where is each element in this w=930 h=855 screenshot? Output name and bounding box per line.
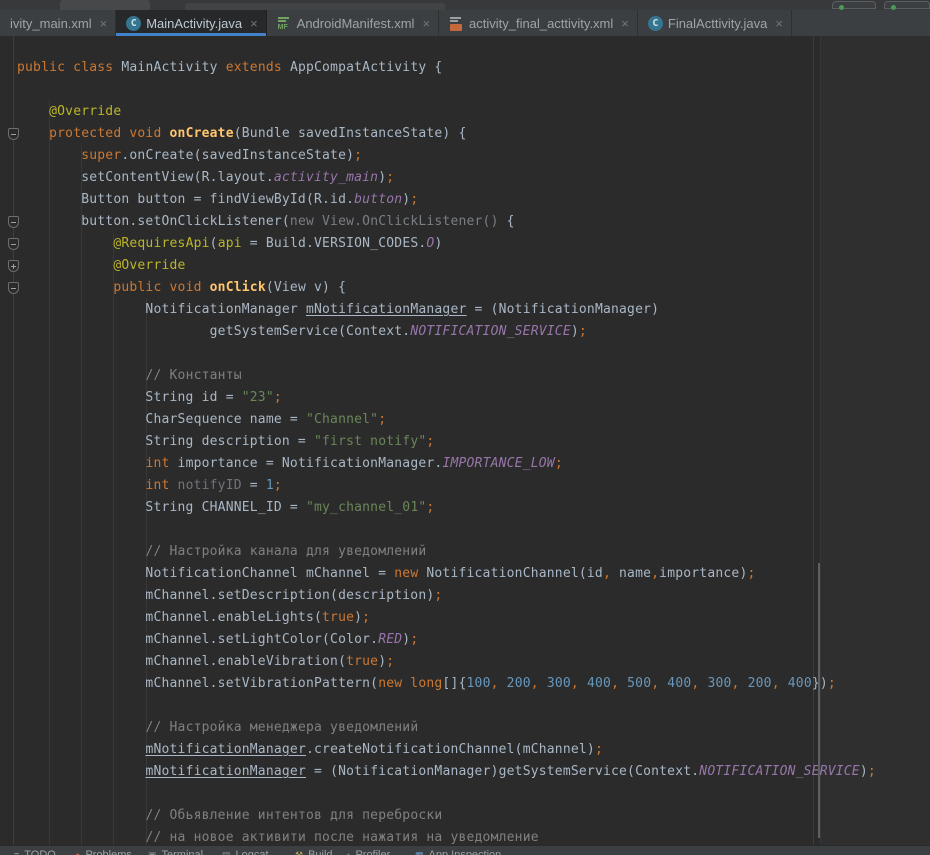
toolwindow-button-terminal[interactable]: ▣ Terminal [148,849,203,855]
android-studio-window: ivity_main.xml × C MainActivity.java × MF Andr… [0,0,930,855]
code-line-21: String CHANNEL_ID = "my_channel_01"; [17,497,876,519]
toolwindow-label: Logcat [236,849,269,855]
tab-androidmanifest-xml[interactable]: MF AndroidManifest.xml × [267,10,439,36]
logcat-icon: ▤ [222,851,231,855]
class-icon: C [648,16,663,31]
problems-icon: ● [75,851,80,855]
close-icon[interactable]: × [422,17,430,30]
close-icon[interactable]: × [621,17,629,30]
code-line-2 [17,79,876,101]
code-line-7: Button button = findViewById(R.id.button… [17,189,876,211]
code-line-35: // Обьявление интентов для переброски [17,805,876,827]
code-line-33: mNotificationManager = (NotificationMana… [17,761,876,783]
tab-finalacttivity-java[interactable]: C FinalActtivity.java × [638,10,792,36]
code-line-6: setContentView(R.layout.activity_main); [17,167,876,189]
profiler-icon: ◔ [345,851,350,855]
code-line-1: public class MainActivity extends AppCom… [17,57,876,79]
code-area[interactable]: public class MainActivity extends AppCom… [17,57,876,849]
device-widget-pill[interactable] [884,1,930,9]
code-line-23: // Настройка канала для уведомлений [17,541,876,563]
code-line-18: String description = "first notify"; [17,431,876,453]
build-icon: ⚒ [295,851,303,855]
toolwindow-button-problems[interactable]: ● Problems [75,849,132,855]
code-line-5: super.onCreate(savedInstanceState); [17,145,876,167]
code-line-25: mChannel.setDescription(description); [17,585,876,607]
code-line-28: mChannel.enableVibration(true); [17,651,876,673]
run-widget-pill[interactable] [832,1,876,9]
code-line-8: button.setOnClickListener(new View.OnCli… [17,211,876,233]
toolwindow-label: Build [308,849,332,855]
toolwindow-button-app-inspection[interactable]: ▦ App Inspection [415,849,501,855]
toolwindow-label: Problems [85,849,131,855]
toolwindow-button-build[interactable]: ⚒ Build [295,849,333,855]
code-line-15: // Константы [17,365,876,387]
todo-icon: ≡ [14,851,19,855]
manifest-icon: MF [277,16,292,31]
tab-activity-main-xml[interactable]: ivity_main.xml × [0,10,116,36]
code-line-20: int notifyID = 1; [17,475,876,497]
toolwindow-label: Terminal [162,849,204,855]
class-icon: C [126,16,141,31]
editor-tab-bar: ivity_main.xml × C MainActivity.java × MF Andr… [0,10,930,36]
layout-xml-icon [449,16,464,31]
terminal-icon: ▣ [148,851,157,855]
code-line-19: int importance = NotificationManager.IMP… [17,453,876,475]
toolwindow-button-todo[interactable]: ≡ TODO [14,849,56,855]
code-line-14 [17,343,876,365]
code-line-27: mChannel.setLightColor(Color.RED); [17,629,876,651]
toolbar-strip [0,0,930,10]
status-toolbar: ≡ TODO ● Problems ▣ Terminal ▤ Logcat ⚒ Build ◔ Pro… [0,845,930,855]
navbar-fragment [60,0,150,10]
tab-mainactivity-java[interactable]: C MainActivity.java × [116,10,266,36]
tab-activity-final-acttivity-xml[interactable]: activity_final_acttivity.xml × [439,10,638,36]
toolwindow-button-profiler[interactable]: ◔ Profiler [345,849,390,855]
tab-label: FinalActtivity.java [668,16,767,31]
gutter-fold-line [13,36,14,845]
code-line-9: @RequiresApi(api = Build.VERSION_CODES.O… [17,233,876,255]
toolwindow-label: App Inspection [429,849,502,855]
toolwindow-label: TODO [24,849,56,855]
tab-label: ivity_main.xml [10,16,92,31]
code-line-17: CharSequence name = "Channel"; [17,409,876,431]
toolwindow-label: Profiler [355,849,390,855]
close-icon[interactable]: × [250,17,258,30]
code-line-22 [17,519,876,541]
code-line-32: mNotificationManager.createNotificationC… [17,739,876,761]
run-config-fragment [185,3,445,10]
tab-label: MainActivity.java [146,16,242,31]
editor-scrollbar-thumb[interactable] [818,563,820,838]
code-line-26: mChannel.enableLights(true); [17,607,876,629]
close-icon[interactable]: × [775,17,783,30]
code-line-13: getSystemService(Context.NOTIFICATION_SE… [17,321,876,343]
code-line-12: NotificationManager mNotificationManager… [17,299,876,321]
code-line-10: @Override [17,255,876,277]
code-line-29: mChannel.setVibrationPattern(new long[]{… [17,673,876,695]
close-icon[interactable]: × [100,17,108,30]
code-line-24: NotificationChannel mChannel = new Notif… [17,563,876,585]
code-line-4: protected void onCreate(Bundle savedInst… [17,123,876,145]
code-line-3: @Override [17,101,876,123]
code-line-34 [17,783,876,805]
app-inspection-icon: ▦ [415,851,424,855]
code-line-31: // Настройка менеджера уведомлений [17,717,876,739]
code-line-11: public void onClick(View v) { [17,277,876,299]
tab-label: AndroidManifest.xml [297,16,415,31]
tab-label: activity_final_acttivity.xml [469,16,613,31]
code-line-16: String id = "23"; [17,387,876,409]
code-line-30 [17,695,876,717]
toolwindow-button-logcat[interactable]: ▤ Logcat [222,849,269,855]
